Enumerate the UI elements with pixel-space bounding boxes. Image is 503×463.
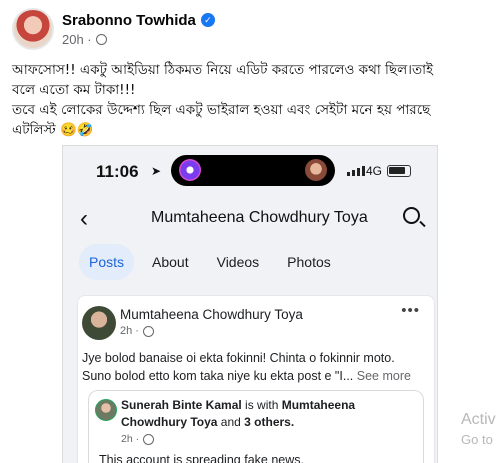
shared-post-box[interactable]: Sunerah Binte Kamal is with Mumtaheena C… — [88, 390, 424, 463]
watermark-line: Go to — [461, 432, 493, 447]
tab-posts[interactable]: Posts — [79, 244, 135, 280]
author-name[interactable]: Srabonno Towhida — [62, 12, 196, 29]
globe-icon — [142, 325, 154, 337]
more-options-icon[interactable]: ••• — [401, 302, 420, 319]
tab-videos[interactable]: Videos — [207, 244, 270, 280]
sharer-title: Sunerah Binte Kamal is with Mumtaheena C… — [121, 397, 417, 431]
signal-bars-icon — [347, 166, 365, 176]
author-block: Srabonno Towhida ✓ 20h · — [62, 12, 215, 47]
card-author-name[interactable]: Mumtaheena Chowdhury Toya — [120, 307, 303, 322]
post-time[interactable]: 20h · — [62, 32, 92, 47]
shared-post-card: Mumtaheena Chowdhury Toya 2h · ••• Jye b… — [77, 295, 435, 463]
share-time[interactable]: 2h · — [121, 433, 139, 445]
post-text-line: আফসোস!! একটু আইডিয়া ঠিকমত নিয়ে এডিট কর… — [12, 62, 434, 78]
post-text-line: তবে এই লোকের উদ্দেশ্য ছিল একটু ভাইরাল হও… — [12, 102, 431, 118]
app-activity-icon — [179, 159, 201, 181]
battery-icon — [387, 165, 411, 177]
post-header: Srabonno Towhida ✓ 20h · — [12, 8, 215, 50]
profile-nav-bar: ‹ Mumtaheena Chowdhury Toya — [63, 198, 437, 238]
caller-photo-icon — [305, 159, 327, 181]
profile-tabs: Posts About Videos Photos — [79, 244, 341, 280]
author-row: Srabonno Towhida ✓ — [62, 12, 215, 29]
card-body: Jye bolod banaise oi ekta fokinni! Chint… — [82, 349, 432, 385]
with-text: is with — [245, 398, 279, 412]
verified-badge-icon: ✓ — [200, 13, 215, 27]
post-text-line: এটলিস্ট 🥴🤣 — [12, 122, 94, 138]
and-text: and — [220, 415, 241, 429]
sharer-avatar[interactable] — [95, 399, 117, 421]
dynamic-island — [171, 155, 335, 186]
sharer-name[interactable]: Sunerah Binte Kamal — [121, 398, 242, 412]
card-meta: 2h · — [120, 325, 154, 337]
see-more-link[interactable]: See more — [357, 369, 411, 383]
profile-title: Mumtaheena Chowdhury Toya — [151, 209, 368, 226]
activation-watermark: Activ Go to — [461, 410, 496, 450]
status-time: 11:06 — [96, 162, 139, 181]
search-icon[interactable] — [403, 207, 420, 224]
share-text: This account is spreading fake news. — [99, 453, 304, 463]
attached-screenshot[interactable]: 11:06 ➤ 4G ‹ Mumtaheena Chowdhury Toya P… — [62, 145, 438, 463]
phone-status-bar: 11:06 ➤ 4G — [63, 146, 437, 196]
back-chevron-icon[interactable]: ‹ — [80, 205, 88, 233]
card-time[interactable]: 2h · — [120, 325, 139, 337]
tab-about[interactable]: About — [142, 244, 199, 280]
card-body-line: Jye bolod banaise oi ekta fokinni! Chint… — [82, 351, 395, 365]
card-body-line: Suno bolod etto kom taka niye ku ekta po… — [82, 369, 411, 383]
post-meta: 20h · — [62, 32, 215, 47]
share-meta: 2h · — [121, 433, 155, 445]
location-arrow-icon: ➤ — [151, 164, 162, 178]
globe-icon — [95, 33, 107, 45]
author-avatar[interactable] — [12, 8, 54, 50]
card-author-avatar[interactable] — [82, 306, 116, 340]
network-label: 4G — [366, 164, 383, 178]
tab-photos[interactable]: Photos — [277, 244, 341, 280]
others-link[interactable]: 3 others. — [244, 415, 294, 429]
watermark-line: Activ — [461, 411, 496, 428]
globe-icon — [143, 433, 155, 445]
post-text: আফসোস!! একটু আইডিয়া ঠিকমত নিয়ে এডিট কর… — [12, 60, 496, 140]
post-text-line: বলে এতো কম টাকা!!! — [12, 82, 136, 98]
